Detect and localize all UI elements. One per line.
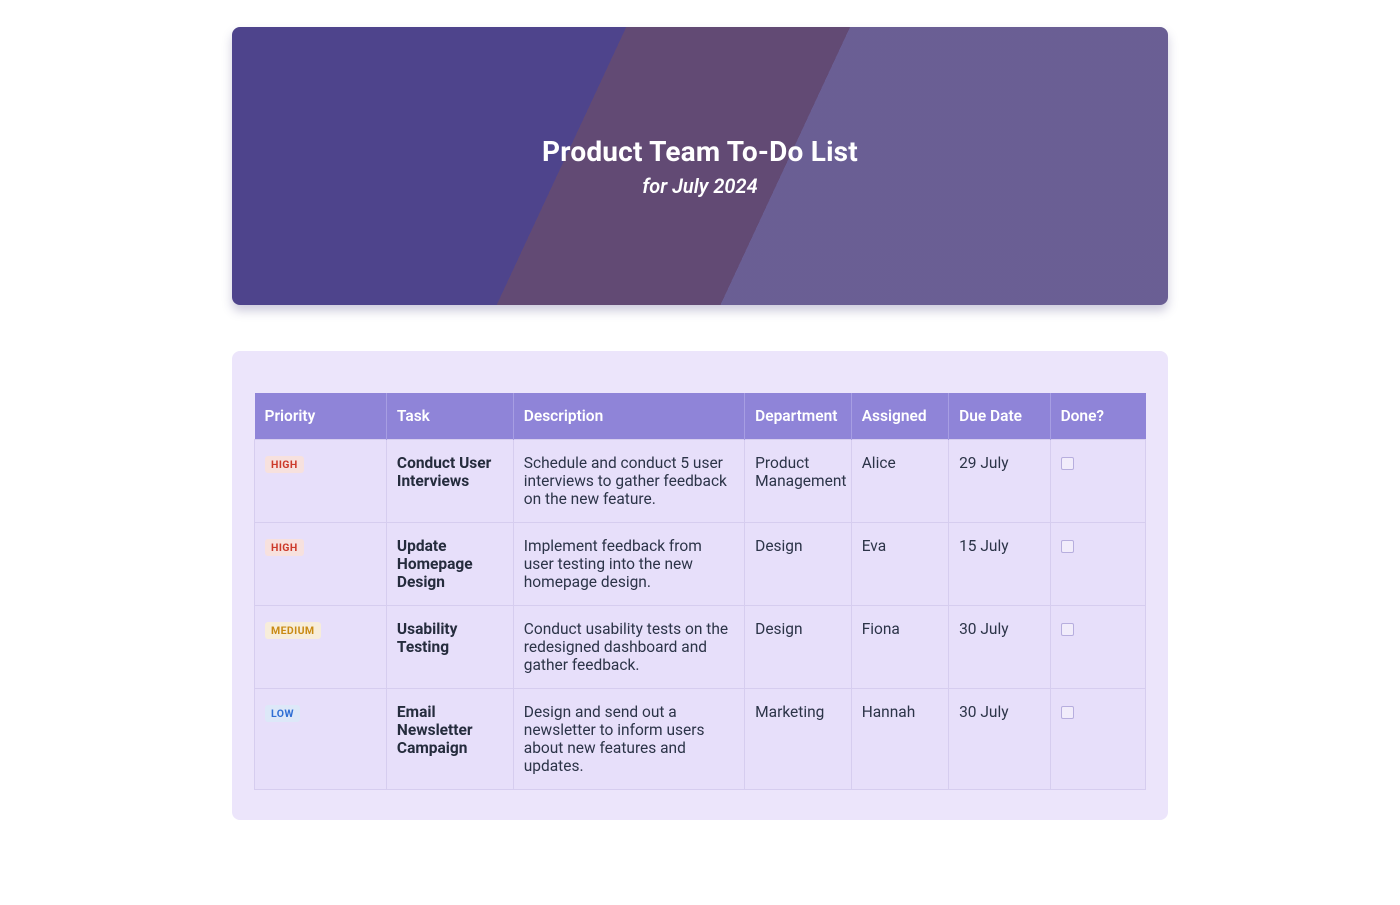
cell-department: Design [745, 606, 852, 689]
cell-task: Email Newsletter Campaign [386, 689, 513, 790]
cell-assigned: Hannah [851, 689, 948, 790]
cell-description: Design and send out a newsletter to info… [513, 689, 744, 790]
header-department: Department [745, 393, 852, 440]
done-checkbox[interactable] [1061, 623, 1074, 636]
priority-badge: MEDIUM [265, 622, 321, 639]
cell-task: Usability Testing [386, 606, 513, 689]
table-row: HIGH Update Homepage DesignImplement feed… [255, 523, 1146, 606]
cell-due-date: 30 July [949, 689, 1050, 790]
cell-done [1050, 606, 1145, 689]
cell-department: Product Management [745, 440, 852, 523]
cell-due-date: 15 July [949, 523, 1050, 606]
cell-priority: HIGH [255, 523, 387, 606]
header-done: Done? [1050, 393, 1145, 440]
done-checkbox[interactable] [1061, 540, 1074, 553]
todo-card: Priority Task Description Department Ass… [232, 351, 1168, 820]
cell-due-date: 30 July [949, 606, 1050, 689]
cell-assigned: Eva [851, 523, 948, 606]
cell-done [1050, 440, 1145, 523]
cell-priority: HIGH [255, 440, 387, 523]
page-subtitle: for July 2024 [642, 174, 757, 198]
cell-department: Design [745, 523, 852, 606]
cell-done [1050, 689, 1145, 790]
cell-priority: MEDIUM [255, 606, 387, 689]
header-due-date: Due Date [949, 393, 1050, 440]
cell-priority: LOW [255, 689, 387, 790]
header-task: Task [386, 393, 513, 440]
cell-description: Conduct usability tests on the redesigne… [513, 606, 744, 689]
cell-description: Implement feedback from user testing int… [513, 523, 744, 606]
priority-badge: LOW [265, 705, 300, 722]
todo-table: Priority Task Description Department Ass… [254, 393, 1146, 790]
cell-task: Update Homepage Design [386, 523, 513, 606]
table-row: MEDIUM Usability TestingConduct usability… [255, 606, 1146, 689]
cell-done [1050, 523, 1145, 606]
cell-due-date: 29 July [949, 440, 1050, 523]
header-priority: Priority [255, 393, 387, 440]
table-row: LOW Email Newsletter CampaignDesign and s… [255, 689, 1146, 790]
header-assigned: Assigned [851, 393, 948, 440]
cell-department: Marketing [745, 689, 852, 790]
hero-banner: Product Team To-Do List for July 2024 [232, 27, 1168, 305]
page-title: Product Team To-Do List [542, 135, 858, 168]
priority-badge: HIGH [265, 456, 304, 473]
table-header-row: Priority Task Description Department Ass… [255, 393, 1146, 440]
priority-badge: HIGH [265, 539, 304, 556]
cell-assigned: Fiona [851, 606, 948, 689]
header-description: Description [513, 393, 744, 440]
done-checkbox[interactable] [1061, 706, 1074, 719]
cell-description: Schedule and conduct 5 user interviews t… [513, 440, 744, 523]
cell-assigned: Alice [851, 440, 948, 523]
cell-task: Conduct User Interviews [386, 440, 513, 523]
done-checkbox[interactable] [1061, 457, 1074, 470]
table-row: HIGH Conduct User InterviewsSchedule and … [255, 440, 1146, 523]
